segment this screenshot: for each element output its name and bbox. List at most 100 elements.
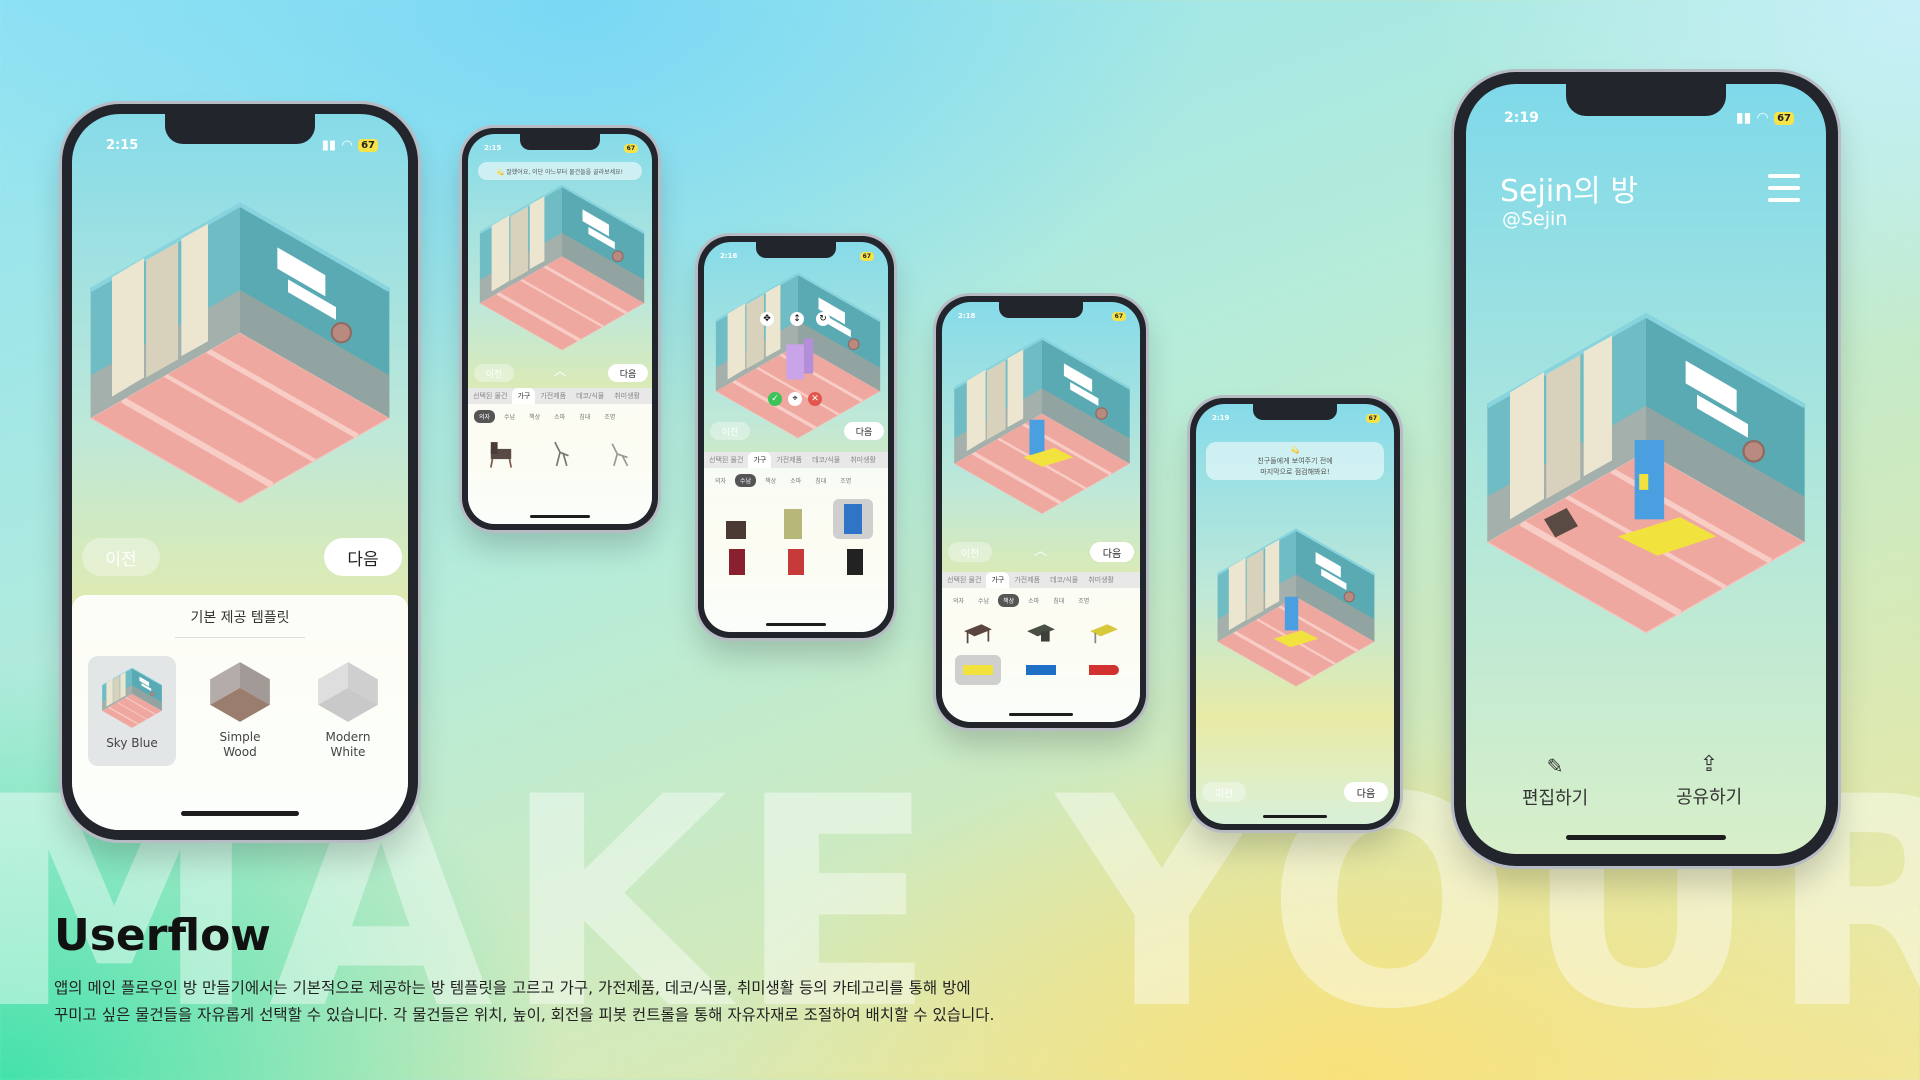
- subtab-light[interactable]: 조명: [1073, 594, 1094, 607]
- tab-deco-plants[interactable]: 데코/식물: [571, 388, 609, 404]
- subtab-desk[interactable]: 책상: [760, 474, 781, 487]
- tab-deco-plants[interactable]: 데코/식물: [807, 452, 845, 468]
- next-button[interactable]: 다음: [608, 364, 648, 382]
- next-button[interactable]: 다음: [1090, 542, 1134, 562]
- move-pivot-icon[interactable]: ✥: [760, 312, 774, 326]
- subtab-sofa[interactable]: 소파: [549, 410, 570, 423]
- prev-button[interactable]: 이전: [710, 422, 750, 440]
- caption-line-1: 앱의 메인 플로우인 방 만들기에서는 기본적으로 제공하는 방 템플릿을 고르…: [54, 979, 971, 997]
- chevron-up-icon[interactable]: ︿: [554, 362, 566, 379]
- status-time: 2:15: [484, 144, 502, 152]
- phone-screen: 2:19 67 💫 친구들에게 보여주기 전에 마지막으로 점검해봐요! 이전 …: [1196, 404, 1394, 824]
- room-title: Sejin의 방: [1500, 174, 1638, 209]
- tab-appliances[interactable]: 가전제품: [1009, 572, 1045, 588]
- tab-deco-plants[interactable]: 데코/식물: [1045, 572, 1083, 588]
- phone-screen: 2:15 67 💫 잘했어요, 이단 아느부터 물건들을 골라보세요! 이전 ︿…: [468, 134, 652, 524]
- tab-furniture[interactable]: 가구: [748, 452, 772, 468]
- prev-button[interactable]: 이전: [474, 364, 514, 382]
- edit-button[interactable]: ✎ 편집하기: [1522, 754, 1588, 810]
- tab-selected-items[interactable]: 선택된 물건: [942, 572, 986, 588]
- chair-item[interactable]: [602, 437, 636, 471]
- battery-badge: 67: [1774, 111, 1794, 125]
- desk-item[interactable]: [1086, 619, 1122, 645]
- subtab-bed[interactable]: 침대: [574, 410, 595, 423]
- home-indicator: [1263, 815, 1327, 818]
- storage-item[interactable]: [776, 499, 810, 539]
- tab-furniture[interactable]: 가구: [512, 388, 536, 404]
- prev-button[interactable]: 이전: [1202, 782, 1246, 802]
- tab-selected-items[interactable]: 선택된 물건: [468, 388, 512, 404]
- menu-icon[interactable]: [1768, 174, 1800, 202]
- desk-item[interactable]: [960, 619, 996, 645]
- template-card-modern-white[interactable]: Modern White: [304, 656, 392, 766]
- category-panel: 선택된 물건 가구 가전제품 데코/식물 취미생활 의자 수납 책상 소파 침대…: [704, 452, 888, 632]
- subtab-bed[interactable]: 침대: [1048, 594, 1069, 607]
- tab-hobby[interactable]: 취미생활: [609, 388, 645, 404]
- subtab-sofa[interactable]: 소파: [1023, 594, 1044, 607]
- delete-icon[interactable]: ✕: [808, 392, 822, 406]
- item-grid: [942, 613, 1140, 651]
- tab-selected-items[interactable]: 선택된 물건: [704, 452, 748, 468]
- tab-hobby[interactable]: 취미생활: [1083, 572, 1119, 588]
- prev-button[interactable]: 이전: [948, 542, 992, 562]
- subcategory-tabs: 의자 수납 책상 소파 침대 조명: [468, 404, 652, 429]
- phone-my-room: 2:19 ▮▮ ◠ 67 Sejin의 방 @Sejin ✎ 편집하기 ⇪ 공유…: [1454, 72, 1838, 866]
- room-preview: [478, 184, 646, 352]
- next-button[interactable]: 다음: [1344, 782, 1388, 802]
- modern-white-room-icon: [318, 662, 378, 722]
- room-preview: [80, 194, 400, 514]
- desk-item[interactable]: [1023, 619, 1059, 645]
- template-card-sky-blue[interactable]: Sky Blue: [88, 656, 176, 766]
- desk-item[interactable]: [1018, 655, 1064, 685]
- subtab-chair[interactable]: 의자: [474, 410, 496, 423]
- subtab-storage[interactable]: 수납: [973, 594, 994, 607]
- sky-blue-room-icon: [101, 667, 163, 729]
- desk-item[interactable]: [1081, 655, 1127, 685]
- next-button[interactable]: 다음: [844, 422, 884, 440]
- subtab-light[interactable]: 조명: [835, 474, 856, 487]
- subtab-desk[interactable]: 책상: [524, 410, 545, 423]
- subtab-chair[interactable]: 의자: [948, 594, 969, 607]
- storage-item-selected[interactable]: [832, 499, 873, 539]
- share-button[interactable]: ⇪ 공유하기: [1676, 752, 1742, 809]
- subtab-chair[interactable]: 의자: [710, 474, 731, 487]
- template-label-line2: Wood: [223, 745, 257, 759]
- tab-furniture[interactable]: 가구: [986, 572, 1010, 588]
- confirm-icon[interactable]: ✓: [768, 392, 782, 406]
- caption-title: Userflow: [54, 910, 271, 961]
- subtab-sofa[interactable]: 소파: [785, 474, 806, 487]
- storage-item[interactable]: [729, 549, 746, 575]
- storage-item[interactable]: [787, 549, 804, 575]
- tab-appliances[interactable]: 가전제품: [771, 452, 807, 468]
- room-preview: [952, 336, 1132, 516]
- subtab-storage[interactable]: 수납: [735, 474, 757, 487]
- chevron-up-icon[interactable]: ︿: [1034, 540, 1047, 559]
- wifi-icon: ◠: [1757, 110, 1769, 126]
- tab-appliances[interactable]: 가전제품: [535, 388, 571, 404]
- phone-final-review: 2:19 67 💫 친구들에게 보여주기 전에 마지막으로 점검해봐요! 이전 …: [1190, 398, 1400, 830]
- status-bar: 2:15 ▮▮ ◠ 67: [72, 114, 408, 153]
- template-card-simple-wood[interactable]: Simple Wood: [196, 656, 284, 766]
- height-pivot-icon[interactable]: ↕: [790, 312, 804, 326]
- tab-hobby[interactable]: 취미생활: [845, 452, 881, 468]
- subtab-storage[interactable]: 수납: [499, 410, 520, 423]
- subtab-bed[interactable]: 침대: [810, 474, 831, 487]
- status-icons: 67: [1365, 414, 1380, 423]
- subtab-light[interactable]: 조명: [599, 410, 620, 423]
- next-button[interactable]: 다음: [324, 538, 402, 576]
- storage-item[interactable]: [719, 499, 753, 539]
- chair-item[interactable]: [543, 437, 577, 471]
- subcategory-tabs: 의자 수납 책상 소파 침대 조명: [704, 468, 888, 493]
- rotate-pivot-icon[interactable]: ↻: [816, 312, 830, 326]
- desk-item-selected[interactable]: [954, 655, 1001, 685]
- storage-item[interactable]: [846, 549, 863, 575]
- phone-template-select: 2:15 ▮▮ ◠ 67 이전 다음 기본 제공 템플릿 Sky Blue Si…: [62, 104, 418, 840]
- subtab-desk[interactable]: 책상: [998, 594, 1020, 607]
- category-tabs: 선택된 물건 가구 가전제품 데코/식물 취미생활: [942, 572, 1140, 588]
- status-bar: 2:15 67: [468, 134, 652, 153]
- panel-title: 기본 제공 템플릿: [190, 610, 290, 626]
- pin-icon[interactable]: ⌖: [788, 392, 802, 406]
- prev-button[interactable]: 이전: [82, 538, 160, 576]
- armchair-item[interactable]: [484, 437, 518, 471]
- phone-category-select: 2:15 67 💫 잘했어요, 이단 아느부터 물건들을 골라보세요! 이전 ︿…: [462, 128, 658, 530]
